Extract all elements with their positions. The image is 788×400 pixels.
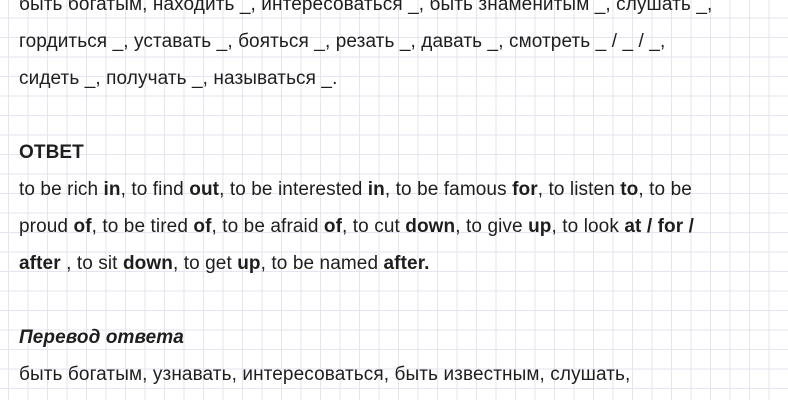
answer-text: , to get [172, 253, 238, 274]
answer-text: , to be famous [384, 179, 513, 200]
answer-preposition: out [189, 179, 220, 200]
answer-text: , to be tired [91, 216, 194, 237]
exercise-line: сидеть _, получать _, называться _. [19, 68, 338, 89]
answer-line: proud of, to be tired of, to be afraid o… [19, 208, 779, 245]
answer-text: , to listen [537, 179, 621, 200]
answer-preposition: in [367, 179, 385, 200]
answer-text: to be rich [19, 179, 104, 200]
answer-text: , to be interested [219, 179, 368, 200]
translation-line: быть богатым, узнавать, интересоваться, … [19, 364, 631, 385]
answer-line: after , to sit down, to get up, to be na… [19, 245, 779, 282]
exercise-line: быть богатым, находить _, интересоваться… [19, 0, 713, 15]
answer-text: , to find [120, 179, 190, 200]
answer-preposition: up [528, 216, 552, 237]
answer-preposition: up [237, 253, 261, 274]
answer-preposition: of [323, 216, 343, 237]
translation-heading: Перевод ответа [19, 327, 184, 348]
answer-text: , to be [638, 179, 692, 200]
answer-text: proud [19, 216, 74, 237]
answer-preposition: in [103, 179, 121, 200]
answer-text: , to be named [260, 253, 384, 274]
answer-preposition: of [73, 216, 92, 237]
exercise-line: гордиться _, уставать _, бояться _, реза… [19, 31, 666, 52]
answer-text: , to look [551, 216, 625, 237]
answer-line: to be rich in, to find out, to be intere… [19, 171, 779, 208]
answer-text: , to sit [60, 253, 123, 274]
answer-heading: ОТВЕТ [19, 142, 84, 163]
answer-preposition: after. [383, 253, 430, 274]
answer-preposition: down [122, 253, 173, 274]
exercise-page: быть богатым, находить _, интересоваться… [19, 0, 779, 393]
answer-text: , to give [455, 216, 529, 237]
answer-text: , to be afraid [211, 216, 324, 237]
answer-preposition: to [620, 179, 639, 200]
answer-preposition: of [193, 216, 212, 237]
answer-text: , to cut [342, 216, 406, 237]
answer-preposition: down [405, 216, 456, 237]
answer-preposition: for [512, 179, 538, 200]
answer-preposition: at / for / [624, 216, 694, 237]
answer-preposition: after [19, 253, 61, 274]
